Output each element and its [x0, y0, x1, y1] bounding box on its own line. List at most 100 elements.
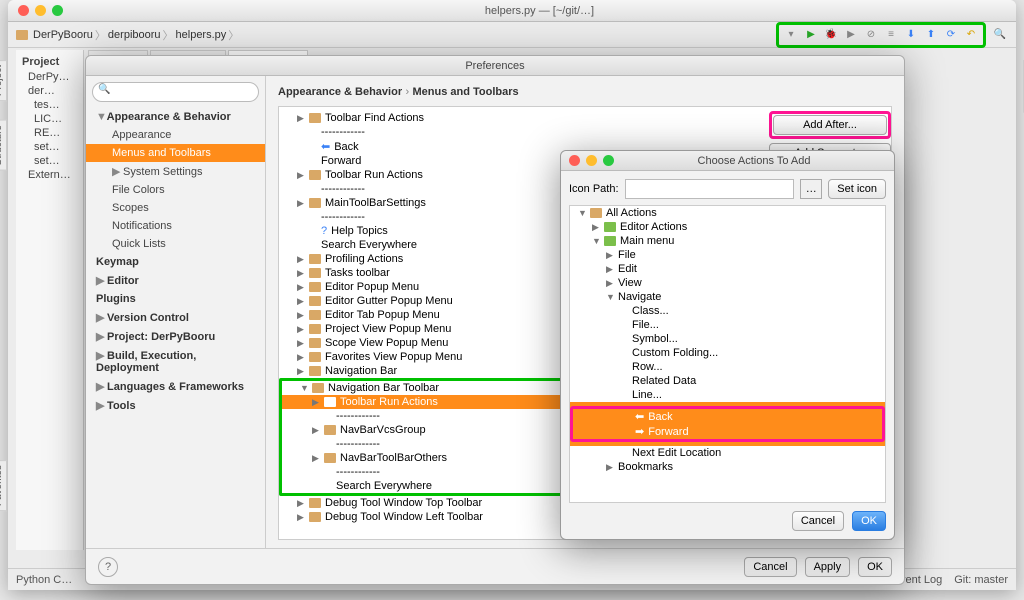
action-tree-row[interactable]: ⬅Back [573, 409, 882, 424]
prefs-category[interactable]: ▶ Tools [86, 396, 265, 415]
action-tree-row[interactable]: ▼Navigate [570, 290, 885, 304]
project-item[interactable]: RE… [20, 126, 79, 140]
prefs-category[interactable]: ▶ Build, Execution, Deployment [86, 346, 265, 377]
folder-icon [324, 453, 336, 463]
action-tree-row[interactable]: Row... [570, 360, 885, 374]
folder-icon [604, 222, 616, 232]
action-tree-row[interactable]: Custom Folding... [570, 346, 885, 360]
project-item[interactable]: tes… [20, 98, 79, 112]
action-tree-row[interactable]: ➡Forward [573, 424, 882, 439]
prefs-category[interactable]: Keymap [86, 253, 265, 271]
tree-row[interactable]: ▶Toolbar Find Actions [279, 111, 761, 125]
prefs-category[interactable]: Menus and Toolbars [86, 144, 265, 162]
action-tree-row[interactable]: ▶Editor Actions [570, 220, 885, 234]
vcs-update-icon[interactable]: ⬇ [903, 27, 919, 43]
tree-row[interactable]: ------------ [279, 125, 761, 139]
prefs-category[interactable]: ▼ Appearance & Behavior [86, 108, 265, 126]
close-icon[interactable] [569, 155, 580, 166]
cancel-button[interactable]: Cancel [744, 557, 796, 577]
breadcrumb[interactable]: DerPyBooru〉 derpibooru〉 helpers.py〉 [16, 27, 239, 43]
forward-icon: ➡ [635, 425, 644, 438]
project-item[interactable]: der… [20, 84, 79, 98]
folder-icon [309, 512, 321, 522]
prefs-category[interactable]: Quick Lists [86, 235, 265, 253]
project-item[interactable]: LIC… [20, 112, 79, 126]
folder-icon [309, 282, 321, 292]
project-item[interactable]: DerPy… [20, 70, 79, 84]
folder-icon [604, 236, 616, 246]
action-tree-row[interactable]: Line... [570, 388, 885, 402]
minimize-icon[interactable] [586, 155, 597, 166]
project-item[interactable]: set… [20, 140, 79, 154]
apply-button[interactable]: Apply [805, 557, 851, 577]
coverage-icon[interactable]: ▶ [843, 27, 859, 43]
icon-path-label: Icon Path: [569, 183, 619, 195]
project-item[interactable]: set… [20, 154, 79, 168]
folder-icon [309, 352, 321, 362]
prefs-category[interactable]: Notifications [86, 217, 265, 235]
status-python[interactable]: Python C… [16, 574, 72, 586]
folder-icon [309, 268, 321, 278]
zoom-icon[interactable] [52, 5, 63, 16]
folder-icon [309, 366, 321, 376]
prefs-category[interactable]: Appearance [86, 126, 265, 144]
icon-path-input[interactable] [625, 179, 795, 199]
prefs-title: Preferences [86, 56, 904, 76]
action-tree-row[interactable]: File... [570, 318, 885, 332]
dropdown-icon[interactable]: ▾ [783, 27, 799, 43]
folder-icon [590, 208, 602, 218]
browse-button[interactable]: … [800, 179, 822, 199]
cancel-button[interactable]: Cancel [792, 511, 844, 531]
prefs-category[interactable]: ▶ Version Control [86, 308, 265, 327]
prefs-search-input[interactable] [92, 82, 259, 102]
stop-icon[interactable]: ⊘ [863, 27, 879, 43]
action-tree-row[interactable]: Related Data [570, 374, 885, 388]
folder-icon [309, 113, 321, 123]
action-tree-row[interactable]: ▶View [570, 276, 885, 290]
action-tree-row[interactable]: ▼Main menu [570, 234, 885, 248]
list-icon[interactable]: ≡ [883, 27, 899, 43]
prefs-category[interactable]: ▶ Project: DerPyBooru [86, 327, 265, 346]
zoom-icon[interactable] [603, 155, 614, 166]
action-tree-row[interactable]: ▶Bookmarks [570, 460, 885, 474]
vcs-history-icon[interactable]: ⟳ [943, 27, 959, 43]
set-icon-button[interactable]: Set icon [828, 179, 886, 199]
prefs-category[interactable]: Plugins [86, 290, 265, 308]
status-git[interactable]: Git: master [954, 574, 1008, 586]
search-icon[interactable]: 🔍 [992, 27, 1008, 43]
actions-tree: ▼All Actions▶Editor Actions▼Main menu▶Fi… [569, 205, 886, 503]
side-tab-project[interactable]: Project [0, 60, 7, 101]
prefs-category[interactable]: ▶ Editor [86, 271, 265, 290]
action-tree-row[interactable]: ▶Edit [570, 262, 885, 276]
folder-icon [309, 254, 321, 264]
side-tab-structure[interactable]: Structure [0, 120, 7, 171]
prefs-category[interactable]: Scopes [86, 199, 265, 217]
ok-button[interactable]: OK [858, 557, 892, 577]
action-tree-row[interactable]: ▶File [570, 248, 885, 262]
prefs-category[interactable]: File Colors [86, 181, 265, 199]
vcs-commit-icon[interactable]: ⬆ [923, 27, 939, 43]
project-item[interactable]: Extern… [20, 168, 79, 182]
add-after-button[interactable]: Add After... [773, 115, 887, 135]
revert-icon[interactable]: ↶ [963, 27, 979, 43]
action-tree-row[interactable]: Next Edit Location [570, 446, 885, 460]
action-tree-row[interactable]: Symbol... [570, 332, 885, 346]
help-icon: ? [321, 225, 327, 237]
prefs-category[interactable]: ▶ System Settings [86, 162, 265, 181]
folder-icon [309, 324, 321, 334]
close-icon[interactable] [18, 5, 29, 16]
debug-icon[interactable]: 🐞 [823, 27, 839, 43]
prefs-sidebar: ▼ Appearance & BehaviorAppearanceMenus a… [86, 76, 266, 548]
minimize-icon[interactable] [35, 5, 46, 16]
action-tree-row[interactable]: Class... [570, 304, 885, 318]
run-icon[interactable]: ▶ [803, 27, 819, 43]
prefs-category[interactable]: ▶ Languages & Frameworks [86, 377, 265, 396]
prefs-breadcrumb: Appearance & Behavior › Menus and Toolba… [278, 84, 892, 98]
project-panel-title: Project [20, 54, 79, 70]
side-tab-favorites[interactable]: Favorites [0, 460, 7, 511]
help-icon[interactable]: ? [98, 557, 118, 577]
folder-icon [309, 296, 321, 306]
main-toolbar: DerPyBooru〉 derpibooru〉 helpers.py〉 ▾ ▶ … [8, 22, 1016, 48]
action-tree-row[interactable]: ▼All Actions [570, 206, 885, 220]
ok-button[interactable]: OK [852, 511, 886, 531]
